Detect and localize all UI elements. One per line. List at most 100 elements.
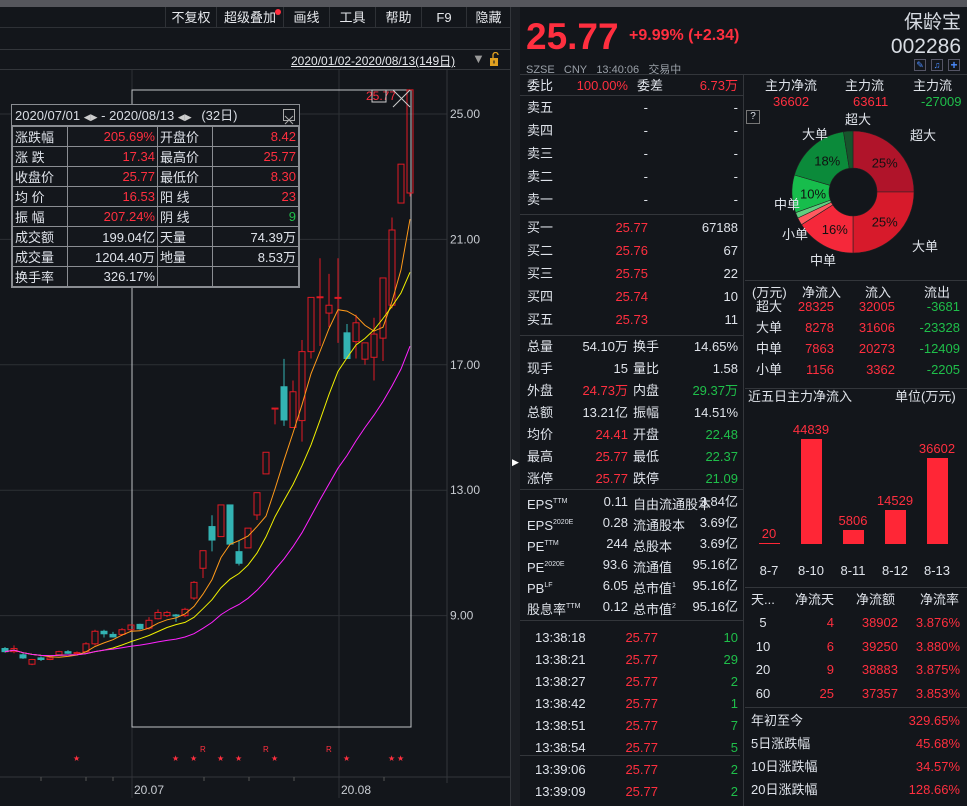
candle bbox=[199, 550, 207, 578]
close-icon[interactable] bbox=[283, 109, 295, 125]
stat-label: 跌停 bbox=[633, 471, 660, 486]
main-flow-header: 主力净流 bbox=[765, 78, 818, 93]
metric-suffix: 2020E bbox=[553, 519, 574, 526]
stat-value: 25.77 bbox=[67, 166, 158, 187]
pie-label: 中单 bbox=[810, 253, 837, 268]
moving-average-line-20 bbox=[4, 346, 411, 657]
candle bbox=[154, 609, 162, 620]
y-tick-label: 13.00 bbox=[450, 483, 480, 497]
stat-label: 振幅 bbox=[633, 405, 660, 420]
candle-body bbox=[109, 633, 117, 638]
slice-percent: 25% bbox=[872, 215, 898, 230]
bid-level-label: 买五 bbox=[527, 312, 554, 327]
stat-value bbox=[212, 266, 299, 287]
candle bbox=[208, 515, 216, 552]
slice-percent: 16% bbox=[822, 222, 848, 237]
candle bbox=[127, 624, 135, 632]
bell-icon[interactable]: ♫ bbox=[931, 59, 943, 71]
fundamental-value: 95.16亿 bbox=[692, 578, 738, 593]
main-flow-value: 63611 bbox=[853, 94, 889, 109]
candle-body bbox=[163, 611, 171, 617]
metric-name: 总市值 bbox=[633, 581, 673, 596]
tick-price: 25.77 bbox=[625, 696, 658, 711]
stat-value: 8.30 bbox=[212, 166, 299, 187]
plus-icon[interactable]: + bbox=[948, 59, 960, 71]
pie-label: 大单 bbox=[912, 239, 939, 254]
range-stats-row: 涨 跌 17.34 最高价 25.77 bbox=[12, 146, 299, 167]
stat-label: 量比 bbox=[633, 361, 660, 376]
flow-row-label: 小单 bbox=[756, 362, 783, 377]
tick-volume: 2 bbox=[730, 674, 738, 689]
flow-in: 3362 bbox=[866, 362, 895, 377]
candle-body bbox=[136, 623, 144, 630]
candle bbox=[46, 656, 54, 661]
fundamental-value: 95.16亿 bbox=[692, 557, 738, 572]
bid-level-label: 买三 bbox=[527, 266, 554, 281]
candle bbox=[316, 258, 324, 346]
date-range-link[interactable]: 2020/01/02-2020/08/13(149日) bbox=[291, 52, 455, 69]
stat-label bbox=[157, 266, 213, 287]
candle bbox=[406, 89, 414, 197]
period-days: 20 bbox=[755, 662, 771, 677]
tick-price: 25.77 bbox=[625, 674, 658, 689]
quote-panel: 25.77 +9.99% (+2.34) 保龄宝 002286 SZSE CNY… bbox=[520, 7, 967, 806]
candle-body bbox=[208, 526, 216, 541]
fundamental-label: 股息率TTM bbox=[527, 599, 580, 618]
metric-suffix: TTM bbox=[553, 498, 568, 505]
ask-level-label: 卖三 bbox=[527, 146, 554, 161]
stat-label: 均价 bbox=[527, 427, 554, 442]
tick-volume: 5 bbox=[730, 740, 738, 755]
toolbar-button-1[interactable]: 超级叠加 bbox=[216, 7, 283, 28]
help-button[interactable]: ? bbox=[746, 110, 760, 124]
toolbar-button-0[interactable]: 不复权 bbox=[165, 7, 216, 28]
divider bbox=[520, 335, 743, 336]
performance-value: 34.57% bbox=[915, 759, 960, 774]
bid-volume: 22 bbox=[723, 266, 738, 281]
x-tick-label: 20.07 bbox=[134, 783, 164, 797]
candle-body bbox=[271, 407, 279, 410]
toolbar-button-2[interactable]: 画线 bbox=[283, 7, 329, 28]
toolbar-button-5[interactable]: F9 bbox=[421, 7, 466, 28]
candle-body bbox=[19, 654, 27, 659]
bid-price: 25.74 bbox=[615, 289, 648, 304]
fundamental-value: 0.28 bbox=[602, 515, 628, 530]
toolbar-button-4[interactable]: 帮助 bbox=[375, 7, 421, 28]
tick-time: 13:38:54 bbox=[535, 740, 586, 755]
period-net-amount: 37357 bbox=[861, 685, 898, 701]
toolbar-button-6[interactable]: 隐藏 bbox=[466, 7, 510, 28]
stat-value: 199.04亿 bbox=[67, 226, 158, 247]
tick-price: 25.77 bbox=[625, 652, 658, 667]
flow-out: -2205 bbox=[926, 362, 960, 377]
period-table-header: 净流额 bbox=[856, 592, 896, 607]
collapse-panel-handle[interactable]: ▶ bbox=[511, 7, 520, 806]
flow-row-label: 大单 bbox=[756, 320, 783, 335]
ask-level-label: 卖一 bbox=[527, 192, 554, 207]
tick-price: 25.77 bbox=[625, 762, 658, 777]
pie-label: 大单 bbox=[802, 127, 829, 142]
bid-volume: 10 bbox=[723, 289, 738, 304]
period-net-rate: 3.876% bbox=[915, 615, 960, 630]
flow-row-label: 中单 bbox=[756, 341, 783, 356]
toolbar-button-3[interactable]: 工具 bbox=[329, 7, 375, 28]
ask-volume: - bbox=[733, 123, 738, 138]
range-stats-table: 涨跌幅 205.69% 开盘价 8.42 涨 跌 17.34 最高价 25.77 收盘价 25.7… bbox=[12, 126, 299, 287]
bar-value-label: 44839 bbox=[792, 422, 830, 437]
r-marker: R bbox=[263, 745, 269, 754]
candle bbox=[163, 610, 171, 618]
lock-icon[interactable] bbox=[490, 51, 500, 66]
arrows-left-right-icon[interactable]: ◀▶ bbox=[178, 112, 192, 122]
candle-body bbox=[307, 296, 315, 353]
period-net-amount: 38902 bbox=[861, 615, 898, 630]
fundamental-value: 0.12 bbox=[602, 599, 628, 614]
triangle-down-icon[interactable]: ▼ bbox=[472, 51, 485, 66]
arrows-left-right-icon[interactable]: ◀▶ bbox=[84, 112, 98, 122]
flow-net: 7863 bbox=[805, 341, 834, 356]
stat-value: 326.17% bbox=[67, 266, 158, 287]
metric-name: 流通值 bbox=[633, 560, 673, 575]
pencil-icon[interactable]: ✎ bbox=[914, 59, 926, 71]
tick-volume: 2 bbox=[730, 762, 738, 777]
bid-price: 25.76 bbox=[615, 243, 648, 258]
flow-in: 32005 bbox=[858, 299, 895, 314]
stat-label: 现手 bbox=[527, 361, 554, 376]
candle-body bbox=[280, 386, 288, 421]
